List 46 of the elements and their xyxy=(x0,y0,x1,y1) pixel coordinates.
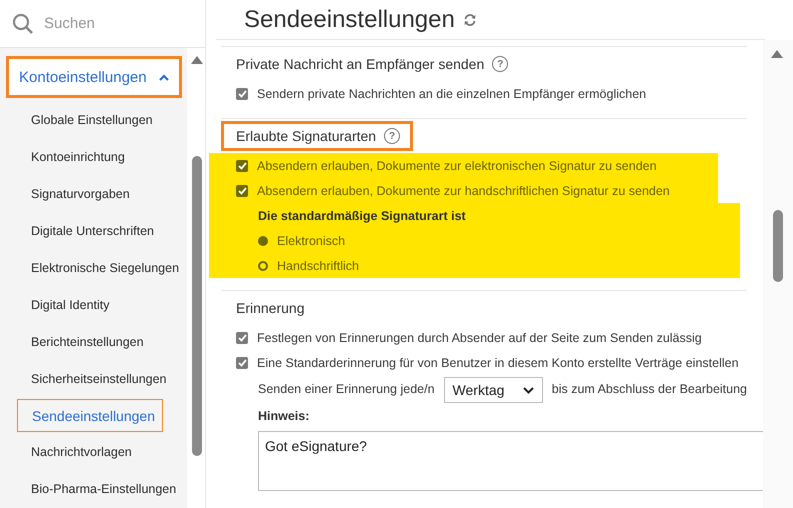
note-label: Hinweis: xyxy=(258,409,310,423)
note-field[interactable]: Got eSignature? xyxy=(258,431,763,491)
checkbox-label: Absendern erlauben, Dokumente zur elektronischen Signatur zu senden xyxy=(257,158,657,172)
interval-dropdown[interactable]: Werktag xyxy=(444,377,543,403)
sidebar-item[interactable]: Signaturvorgaben xyxy=(0,175,187,212)
section-heading: Private Nachricht an Empfänger senden xyxy=(236,56,484,72)
field-label: Senden einer Erinnerung jede/n xyxy=(258,382,435,396)
sidebar-item[interactable]: Sicherheitseinstellungen xyxy=(0,360,187,398)
sidebar-item[interactable]: Digitale Unterschriften xyxy=(0,212,187,250)
checkbox[interactable] xyxy=(236,88,248,100)
sidebar-group[interactable]: Kontoeinstellungen xyxy=(6,56,182,98)
radio-label: Elektronisch xyxy=(277,234,346,248)
radio-button[interactable] xyxy=(258,260,268,270)
sidebar-item[interactable]: Sendeeinstellungen xyxy=(17,399,163,432)
scroll-up-icon[interactable] xyxy=(191,56,203,64)
help-icon[interactable]: ? xyxy=(384,128,400,144)
checkbox[interactable] xyxy=(236,332,248,344)
checkbox-label: Absendern erlauben, Dokumente zur handschriftlichen Signatur zu senden xyxy=(257,184,670,198)
checkbox[interactable] xyxy=(236,184,248,196)
sidebar-item[interactable]: Digital Identity xyxy=(0,286,187,324)
checkbox-label: Festlegen von Erinnerungen durch Absender auf der Seite zum Senden zulässig xyxy=(257,330,702,344)
sidebar-item[interactable]: Nachrichtvorlagen xyxy=(0,434,187,471)
search-icon xyxy=(12,12,34,34)
sidebar-item[interactable]: Globale Einstellungen xyxy=(0,101,187,138)
help-icon[interactable]: ? xyxy=(492,56,508,72)
chevron-icon xyxy=(159,74,169,81)
field-label: bis zum Abschluss der Bearbeitung xyxy=(552,382,747,396)
scrollbar-thumb[interactable] xyxy=(773,210,783,282)
chevron-icon xyxy=(522,386,534,394)
sidebar-item[interactable]: Kontoeinrichtung xyxy=(0,138,187,176)
field-label: Die standardmäßige Signaturart ist xyxy=(258,208,466,222)
section-heading: Erlaubte Signaturarten xyxy=(236,128,376,144)
checkbox[interactable] xyxy=(236,160,248,172)
sidebar-item[interactable]: Elektronische Siegelungen xyxy=(0,249,187,286)
radio-label: Handschriftlich xyxy=(277,258,359,272)
sidebar-item[interactable]: Berichteinstellungen xyxy=(0,323,187,360)
scroll-up-icon[interactable] xyxy=(771,50,783,58)
sidebar-item[interactable]: Bio-Pharma-Einstellungen xyxy=(0,470,187,508)
scrollbar-thumb[interactable] xyxy=(192,156,202,456)
page-title: Sendeeinstellungen xyxy=(244,6,455,34)
checkbox-label: Eine Standarderinnerung für von Benutzer in diesem Konto erstellte Verträge einstellen xyxy=(257,356,739,370)
radio-button[interactable] xyxy=(258,236,268,246)
refresh-icon[interactable] xyxy=(462,12,477,26)
checkbox[interactable] xyxy=(236,356,248,368)
checkbox-label: Sendern private Nachrichten an die einzelnen Empfänger ermöglichen xyxy=(257,86,646,100)
section-heading: Erinnerung xyxy=(236,300,304,316)
